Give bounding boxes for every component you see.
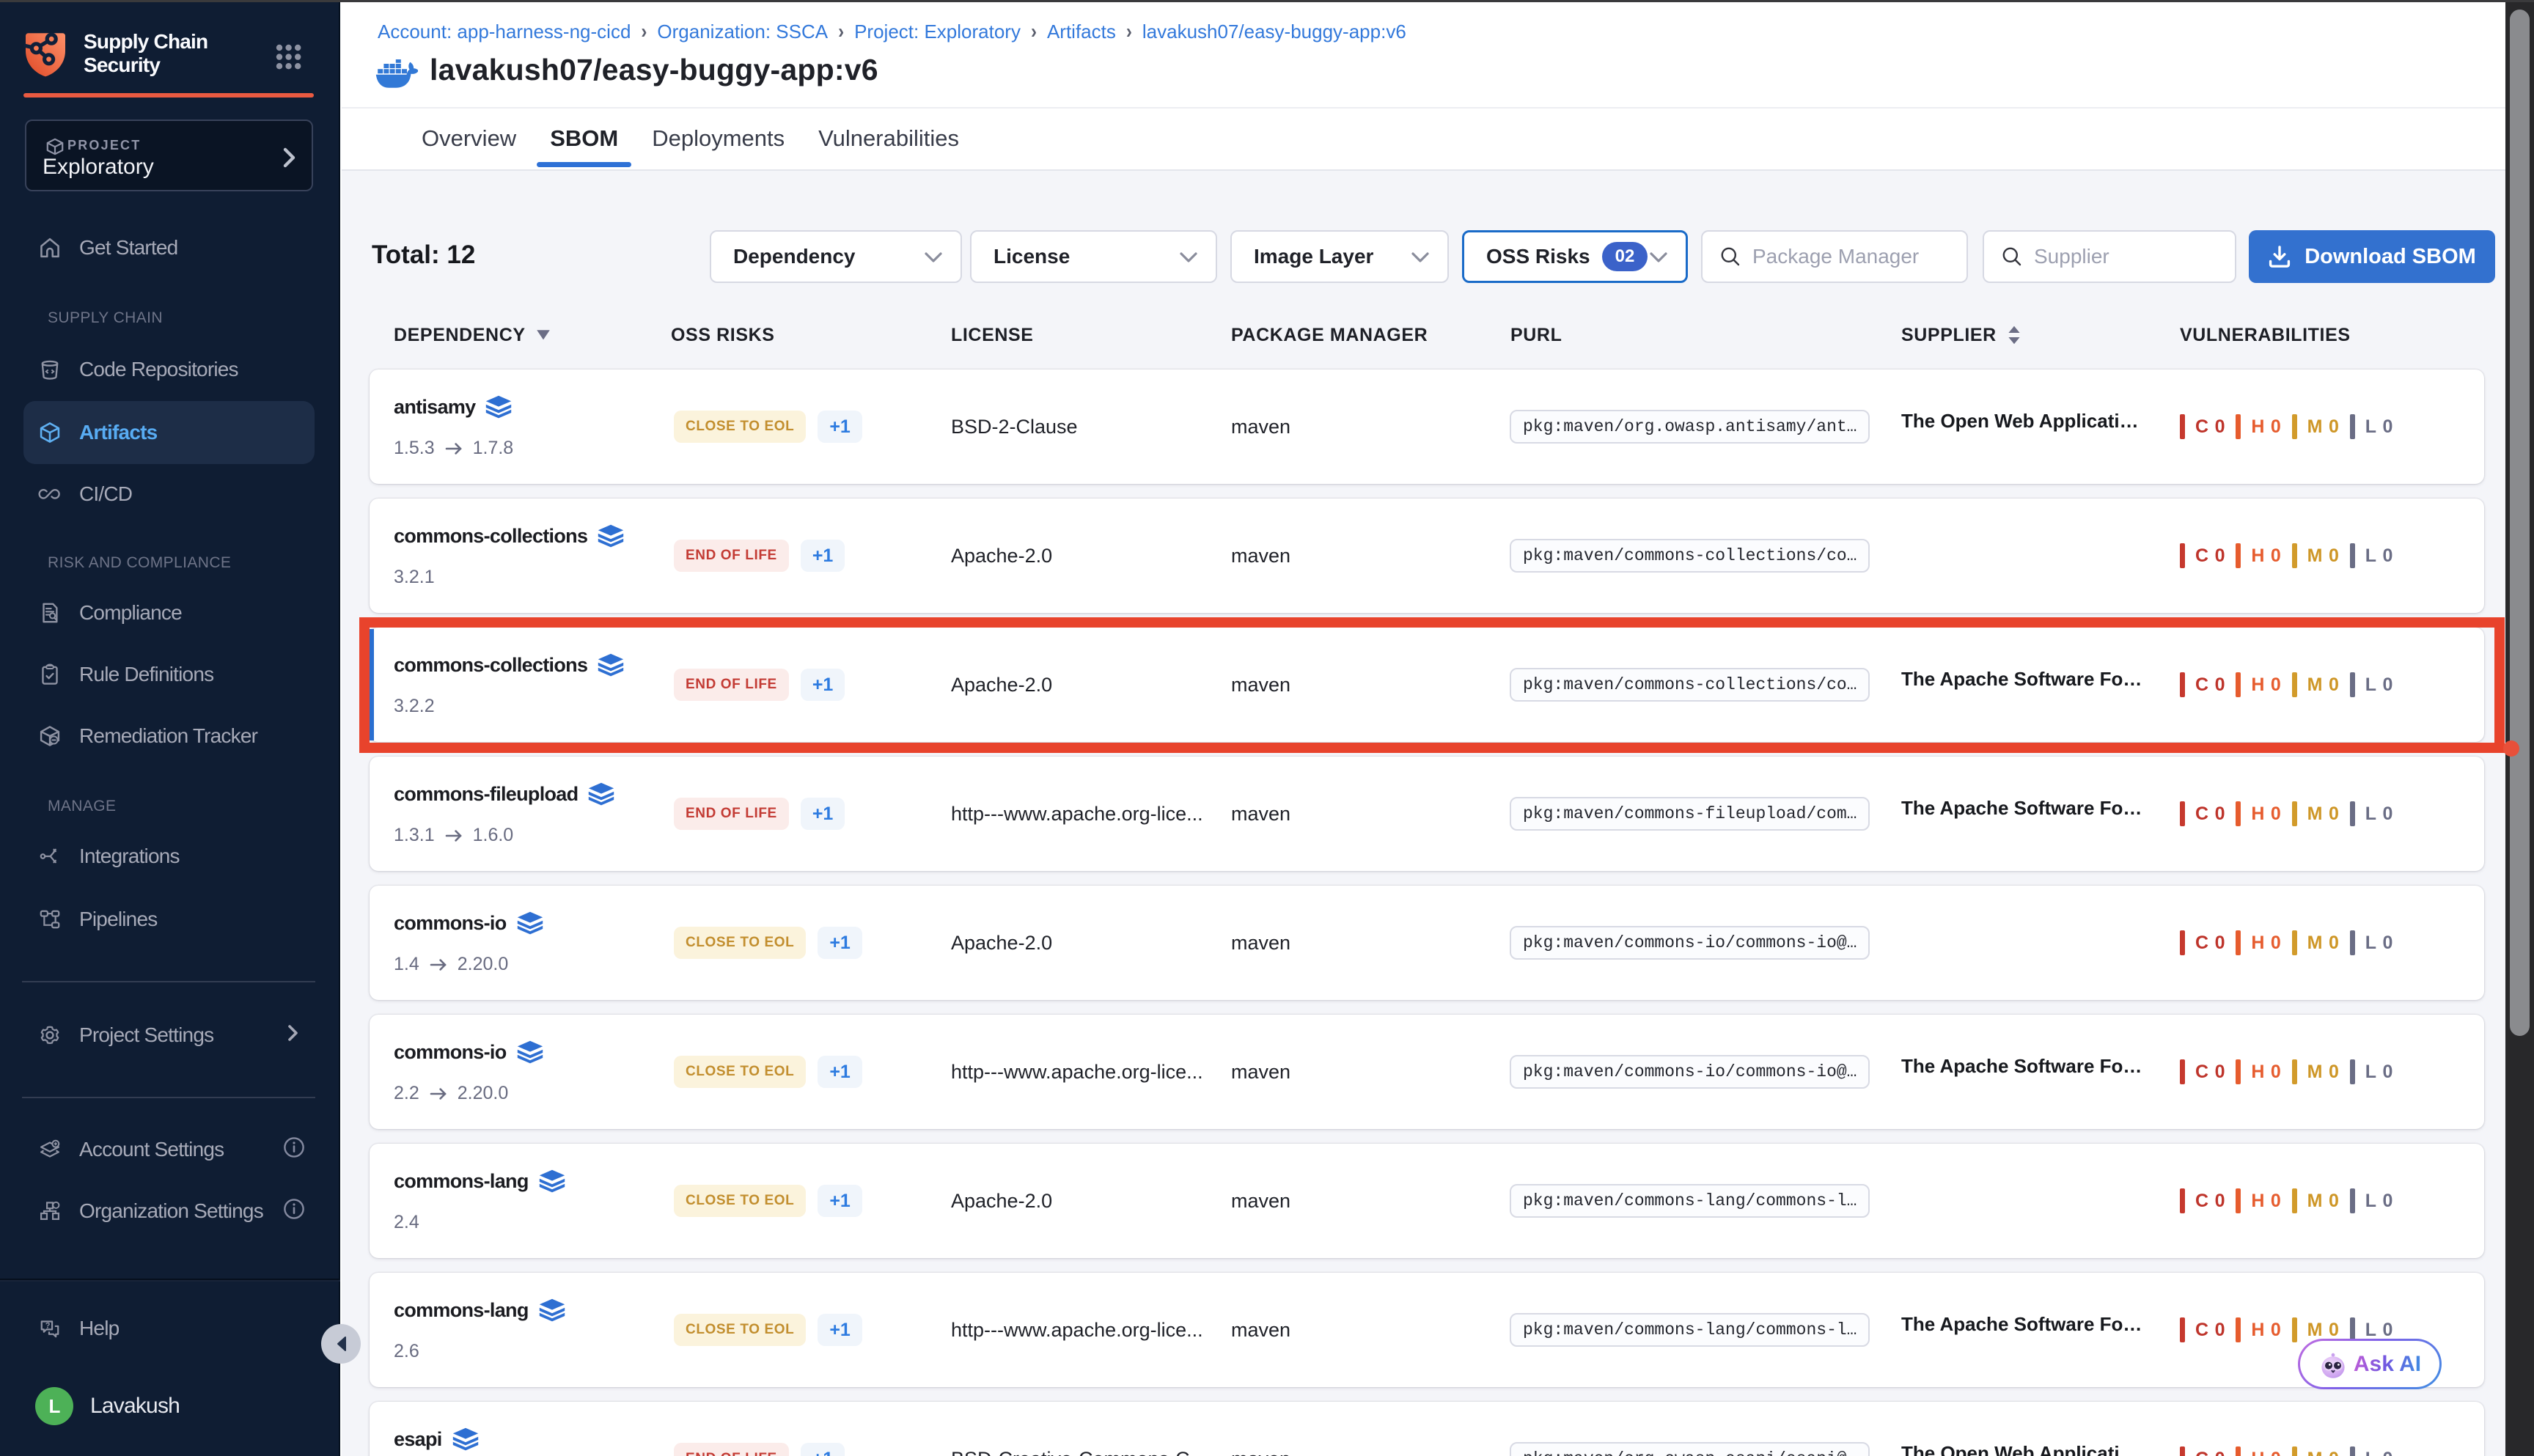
svg-text:?: ? — [45, 1321, 51, 1330]
